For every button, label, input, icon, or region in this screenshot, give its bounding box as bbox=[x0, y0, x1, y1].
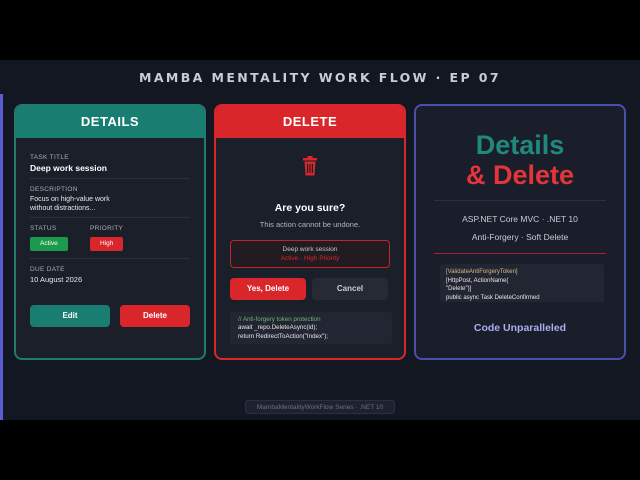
item-summary-title: Deep work session bbox=[282, 246, 338, 253]
code-line: public async Task DeleteConfirmed bbox=[446, 294, 540, 301]
delete-card-header: DELETE bbox=[216, 106, 404, 138]
trash-icon bbox=[303, 156, 317, 176]
description-field: DESCRIPTION Focus on high-value work wit… bbox=[30, 186, 190, 213]
feature-title: Details & Delete bbox=[416, 130, 624, 190]
status-field: STATUS Active bbox=[30, 225, 90, 251]
feature-title-line-1: Details bbox=[475, 130, 565, 160]
tech-stack: ASP.NET Core MVC · .NET 10 bbox=[462, 214, 578, 224]
priority-field: PRIORITY High bbox=[90, 225, 150, 251]
divider bbox=[30, 178, 190, 179]
info-card: Details & Delete ASP.NET Core MVC · .NET… bbox=[414, 104, 626, 360]
feature-list: Anti-Forgery · Soft Delete bbox=[471, 232, 569, 242]
task-title-value: Deep work session bbox=[30, 163, 108, 173]
priority-label: PRIORITY bbox=[90, 225, 124, 232]
item-summary-meta: Active · High Priority bbox=[280, 255, 340, 262]
code-snippet: [ValidateAntiForgeryToken] [HttpPost, Ac… bbox=[440, 264, 604, 302]
details-card-header: DETAILS bbox=[16, 106, 204, 138]
due-date-field: DUE DATE 10 August 2026 bbox=[30, 266, 190, 284]
status-label: STATUS bbox=[30, 225, 57, 232]
due-date-label: DUE DATE bbox=[30, 266, 65, 273]
code-line: // Anti-forgery token protection bbox=[238, 316, 321, 323]
code-line: [ValidateAntiForgeryToken] bbox=[446, 269, 518, 275]
task-title-field: TASK TITLE Deep work session bbox=[30, 154, 190, 173]
code-line: return RedirectToAction("Index"); bbox=[238, 332, 329, 340]
cancel-button[interactable]: Cancel bbox=[312, 278, 388, 300]
details-card: DETAILS TASK TITLE Deep work session DES… bbox=[14, 104, 206, 360]
priority-badge: High bbox=[90, 237, 124, 251]
item-summary: Deep work session Active · High Priority bbox=[230, 240, 390, 268]
divider bbox=[434, 253, 606, 254]
description-label: DESCRIPTION bbox=[30, 186, 78, 193]
divider bbox=[30, 258, 190, 259]
delete-button[interactable]: Delete bbox=[120, 305, 190, 327]
divider bbox=[434, 200, 606, 201]
video-frame: MAMBA MENTALITY WORK FLOW · EP 07 DETAIL… bbox=[0, 60, 640, 420]
task-title-label: TASK TITLE bbox=[30, 154, 69, 161]
delete-card: DELETE Are you sure? This action cannot … bbox=[214, 104, 406, 360]
code-line: "Delete")] bbox=[446, 286, 472, 292]
due-date-value: 10 August 2026 bbox=[30, 275, 83, 284]
code-snippet: // Anti-forgery token protection await _… bbox=[230, 312, 392, 344]
code-line: await _repo.DeleteAsync(id); bbox=[238, 324, 318, 332]
confirm-delete-button[interactable]: Yes, Delete bbox=[230, 278, 306, 300]
description-line-2: without distractions... bbox=[30, 205, 96, 212]
status-badge: Active bbox=[30, 237, 68, 251]
tagline: Code Unparalleled bbox=[473, 322, 567, 334]
feature-title-line-2: & Delete bbox=[465, 160, 575, 190]
edit-button[interactable]: Edit bbox=[30, 305, 110, 327]
code-line: [HttpPost, ActionName( bbox=[446, 277, 509, 284]
divider bbox=[30, 217, 190, 218]
confirm-question: Are you sure? bbox=[274, 202, 346, 214]
accent-bar bbox=[0, 94, 3, 420]
description-line-1: Focus on high-value work bbox=[30, 196, 110, 203]
episode-title: MAMBA MENTALITY WORK FLOW · EP 07 bbox=[139, 70, 501, 85]
warning-text: This action cannot be undone. bbox=[259, 220, 361, 229]
series-badge: MambaMentalityWorkFlow Series · .NET 10 bbox=[245, 400, 395, 414]
